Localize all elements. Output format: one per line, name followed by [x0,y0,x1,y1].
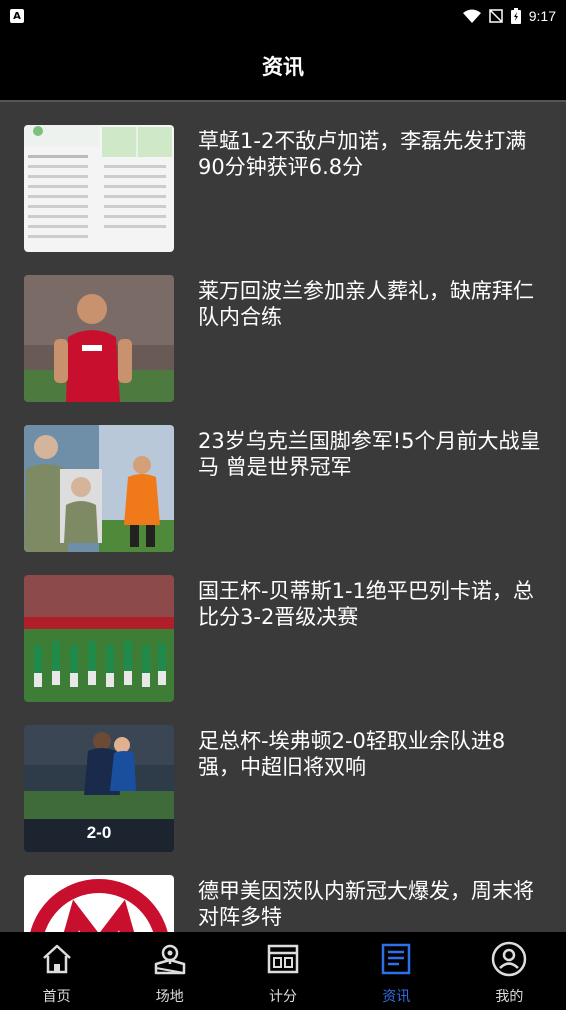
news-title[interactable]: 23岁乌克兰国脚参军!5个月前大战皇马 曾是世界冠军 [198,428,546,480]
news-title[interactable]: 草蜢1-2不敌卢加诺，李磊先发打满90分钟获评6.8分 [198,128,546,180]
match-scoreline: 2-0 [86,823,112,842]
news-thumbnail [24,125,174,252]
tab-label: 场地 [155,989,184,1005]
scoreboard-icon [265,940,301,978]
status-time: 9:17 [528,8,556,24]
app-notification-icon: A [10,9,24,23]
wifi-icon [462,9,481,23]
status-bar: A 9:17 [0,0,566,32]
tab-home[interactable]: 首页 [0,932,113,1010]
news-title[interactable]: 莱万回波兰参加亲人葬礼，缺席拜仁队内合练 [198,278,546,330]
tab-label: 我的 [495,989,524,1005]
news-item[interactable]: 23岁乌克兰国脚参军!5个月前大战皇马 曾是世界冠军 [0,404,566,554]
news-thumbnail [24,575,174,702]
news-item[interactable]: 2-0 足总杯-埃弗顿2-0轻取业余队进8强，中超旧将双响 [0,704,566,854]
news-thumbnail [24,425,174,552]
news-item[interactable]: 国王杯-贝蒂斯1-1绝平巴列卡诺，总比分3-2晋级决赛 [0,554,566,704]
map-icon [152,940,188,978]
battery-icon [510,8,521,24]
page-title: 资讯 [262,55,304,79]
news-thumbnail: 2-0 [24,725,174,852]
status-icons: 9:17 [462,8,556,24]
news-item[interactable]: 德甲美因茨队内新冠大爆发，周末将对阵多特 [0,854,566,932]
tab-venue[interactable]: 场地 [113,932,226,1010]
profile-icon [491,940,527,978]
news-icon [378,940,414,978]
tab-label: 首页 [42,989,71,1005]
tab-score[interactable]: 计分 [226,932,339,1010]
no-signal-icon [489,9,503,23]
news-title[interactable]: 足总杯-埃弗顿2-0轻取业余队进8强，中超旧将双响 [198,728,546,780]
news-title[interactable]: 国王杯-贝蒂斯1-1绝平巴列卡诺，总比分3-2晋级决赛 [198,578,546,630]
news-thumbnail [24,875,174,932]
news-thumbnail [24,275,174,402]
tab-label: 资讯 [382,989,411,1005]
news-item[interactable]: 莱万回波兰参加亲人葬礼，缺席拜仁队内合练 [0,254,566,404]
news-list[interactable]: 草蜢1-2不敌卢加诺，李磊先发打满90分钟获评6.8分 莱万回波兰参加亲人葬礼，… [0,104,566,932]
news-title[interactable]: 德甲美因茨队内新冠大爆发，周末将对阵多特 [198,878,546,930]
bottom-tab-bar: 首页 场地 计分 资讯 我的 [0,932,566,1010]
home-icon [39,940,75,978]
tab-label: 计分 [269,989,297,1005]
news-item[interactable]: 草蜢1-2不敌卢加诺，李磊先发打满90分钟获评6.8分 [0,104,566,254]
app-header: 资讯 [0,32,566,102]
tab-profile[interactable]: 我的 [453,932,566,1010]
tab-news[interactable]: 资讯 [340,932,453,1010]
